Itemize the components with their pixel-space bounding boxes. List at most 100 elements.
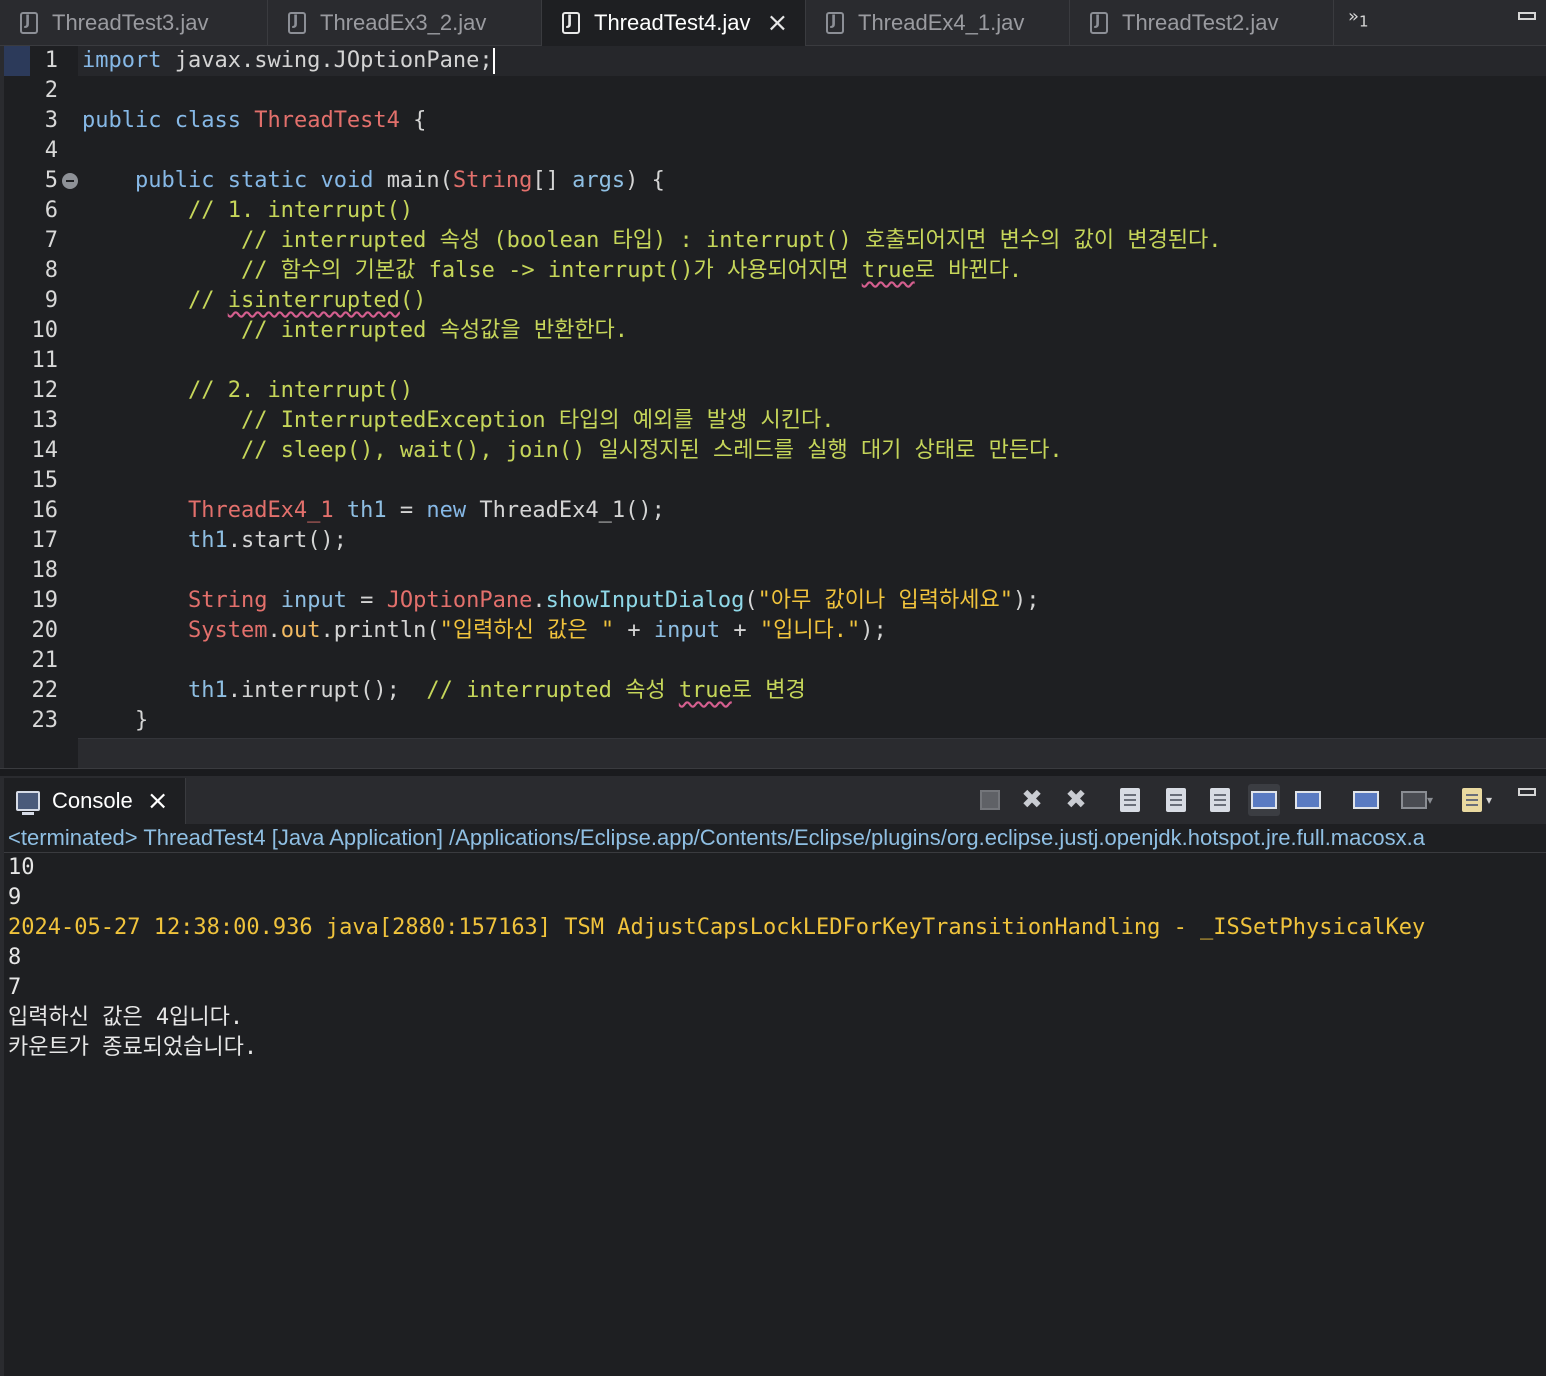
- code-text-area[interactable]: import javax.swing.JOptionPane; public c…: [82, 46, 1222, 736]
- chevron-double-right-icon: »: [1348, 6, 1360, 27]
- java-file-icon: J: [562, 12, 580, 34]
- tab-label: ThreadTest2.jav: [1122, 10, 1279, 35]
- code-line-8: // 함수의 기본값 false -> interrupt()가 사용되어지면 …: [240, 258, 1023, 283]
- close-icon[interactable]: ×: [767, 8, 789, 38]
- fold-collapse-icon[interactable]: [62, 173, 78, 189]
- display-selected-console-icon: [1400, 791, 1427, 809]
- show-on-stderr-button[interactable]: [1292, 784, 1324, 816]
- line-number-gutter: 1 2 3 4 5 6 7 8 9 10 11 12 13 14 15 16 1…: [4, 46, 78, 736]
- close-icon[interactable]: ×: [147, 786, 169, 816]
- line-number: 12: [31, 378, 59, 403]
- code-line-10: // interrupted 속성값을 반환한다.: [240, 318, 629, 343]
- console-line: 카운트가 종료되었습니다.: [8, 1035, 258, 1060]
- code-line-5: public static void main(String[] args) {: [134, 168, 665, 193]
- line-number: 10: [31, 318, 59, 343]
- show-on-stderr-icon: [1295, 791, 1321, 809]
- line-number: 11: [31, 348, 59, 373]
- line-number: 2: [44, 78, 58, 103]
- tab-threadtest3[interactable]: J ThreadTest3.jav: [0, 0, 268, 46]
- clear-console-icon: [1120, 788, 1140, 812]
- console-tab-label: Console: [52, 788, 133, 813]
- line-number: 3: [44, 108, 58, 133]
- minimize-console-button[interactable]: [1518, 788, 1536, 796]
- view-divider[interactable]: [0, 768, 1546, 776]
- line-number: 6: [44, 198, 58, 223]
- line-number: 9: [44, 288, 58, 313]
- tab-threadtest2[interactable]: J ThreadTest2.jav: [1070, 0, 1334, 46]
- tab-threadtest4[interactable]: J ThreadTest4.jav ×: [542, 0, 806, 46]
- remove-launch-icon: ✖: [1021, 785, 1043, 815]
- show-on-stdout-button[interactable]: [1248, 784, 1280, 816]
- code-line-17: th1.start();: [187, 528, 347, 553]
- code-line-13: // InterruptedException 타입의 예외를 발생 시킨다.: [240, 408, 835, 433]
- tab-label: ThreadTest4.jav: [594, 10, 751, 35]
- line-number: 1: [44, 48, 58, 73]
- line-number: 13: [31, 408, 59, 433]
- scroll-lock-button[interactable]: [1160, 784, 1192, 816]
- stop-button[interactable]: [974, 784, 1006, 816]
- scroll-lock-icon: [1166, 788, 1186, 812]
- code-line-1: import javax.swing.JOptionPane;: [82, 48, 495, 74]
- hidden-tab-count: 1: [1359, 12, 1369, 31]
- line-number: 4: [44, 138, 58, 163]
- line-number: 18: [31, 558, 59, 583]
- pin-console-button[interactable]: [1350, 784, 1382, 816]
- java-file-icon: J: [288, 12, 306, 34]
- console-icon: [16, 791, 40, 815]
- spelling-warning: true: [678, 678, 732, 703]
- code-line-16: ThreadEx4_1 th1 = new ThreadEx4_1();: [187, 498, 665, 523]
- code-line-7: // interrupted 속성 (boolean 타입) : interru…: [240, 228, 1222, 253]
- line-number: 7: [44, 228, 58, 253]
- code-line-19: String input = JOptionPane.showInputDial…: [187, 588, 1040, 613]
- console-line: 2024-05-27 12:38:00.936 java[2880:157163…: [8, 915, 1426, 940]
- line-number: 22: [31, 678, 59, 703]
- pin-console-icon: [1353, 791, 1379, 809]
- tab-label: ThreadEx4_1.jav: [858, 10, 1025, 35]
- spelling-warning: true: [861, 258, 915, 283]
- line-number: 8: [44, 258, 58, 283]
- clear-console-button[interactable]: [1114, 784, 1146, 816]
- java-file-icon: J: [826, 12, 844, 34]
- console-line: 입력하신 값은 4입니다.: [8, 1005, 244, 1030]
- horizontal-scrollbar[interactable]: [78, 738, 1546, 768]
- console-process-label: <terminated> ThreadTest4 [Java Applicati…: [8, 825, 1425, 850]
- code-line-22: th1.interrupt(); // interrupted 속성 true로…: [187, 678, 806, 703]
- line-number: 20: [31, 618, 59, 643]
- word-wrap-button[interactable]: [1204, 784, 1236, 816]
- chevron-down-icon: ▾: [1485, 793, 1493, 807]
- tab-threadex4-1[interactable]: J ThreadEx4_1.jav: [806, 0, 1070, 46]
- open-console-button[interactable]: ▾: [1452, 784, 1502, 816]
- remove-all-terminated-button[interactable]: ✖: [1060, 784, 1092, 816]
- minimize-editor-button[interactable]: [1518, 12, 1536, 20]
- line-number-with-fold: 5: [4, 166, 78, 196]
- show-on-stdout-icon: [1251, 791, 1277, 809]
- tab-label: ThreadTest3.jav: [52, 10, 209, 35]
- word-wrap-icon: [1210, 788, 1230, 812]
- console-line: 8: [8, 945, 22, 970]
- remove-launch-button[interactable]: ✖: [1016, 784, 1048, 816]
- more-tabs-button[interactable]: »1: [1348, 6, 1369, 31]
- editor-tab-bar: J ThreadTest3.jav J ThreadEx3_2.jav J Th…: [0, 0, 1546, 46]
- console-line: 10: [8, 855, 35, 880]
- java-file-icon: J: [20, 12, 38, 34]
- stop-icon: [980, 790, 1000, 810]
- line-number: 17: [31, 528, 59, 553]
- console-output[interactable]: 10 9 2024-05-27 12:38:00.936 java[2880:1…: [8, 853, 1546, 1376]
- console-line: 7: [8, 975, 22, 1000]
- code-editor[interactable]: 1 2 3 4 5 6 7 8 9 10 11 12 13 14 15 16 1…: [4, 46, 1546, 768]
- code-line-20: System.out.println("입력하신 값은 " + input + …: [187, 618, 887, 643]
- code-line-12: // 2. interrupt(): [187, 378, 414, 403]
- tab-threadex3-2[interactable]: J ThreadEx3_2.jav: [268, 0, 542, 46]
- console-header: Console × ✖ ✖ ▾ ▾: [0, 776, 1546, 824]
- tab-console[interactable]: Console ×: [4, 778, 186, 824]
- code-line-14: // sleep(), wait(), join() 일시정지된 스레드를 실행…: [240, 438, 1063, 463]
- line-number: 14: [31, 438, 59, 463]
- display-selected-console-button[interactable]: ▾: [1394, 784, 1440, 816]
- line-number: 15: [31, 468, 59, 493]
- code-line-23: }: [134, 708, 149, 733]
- open-console-icon: [1461, 788, 1482, 812]
